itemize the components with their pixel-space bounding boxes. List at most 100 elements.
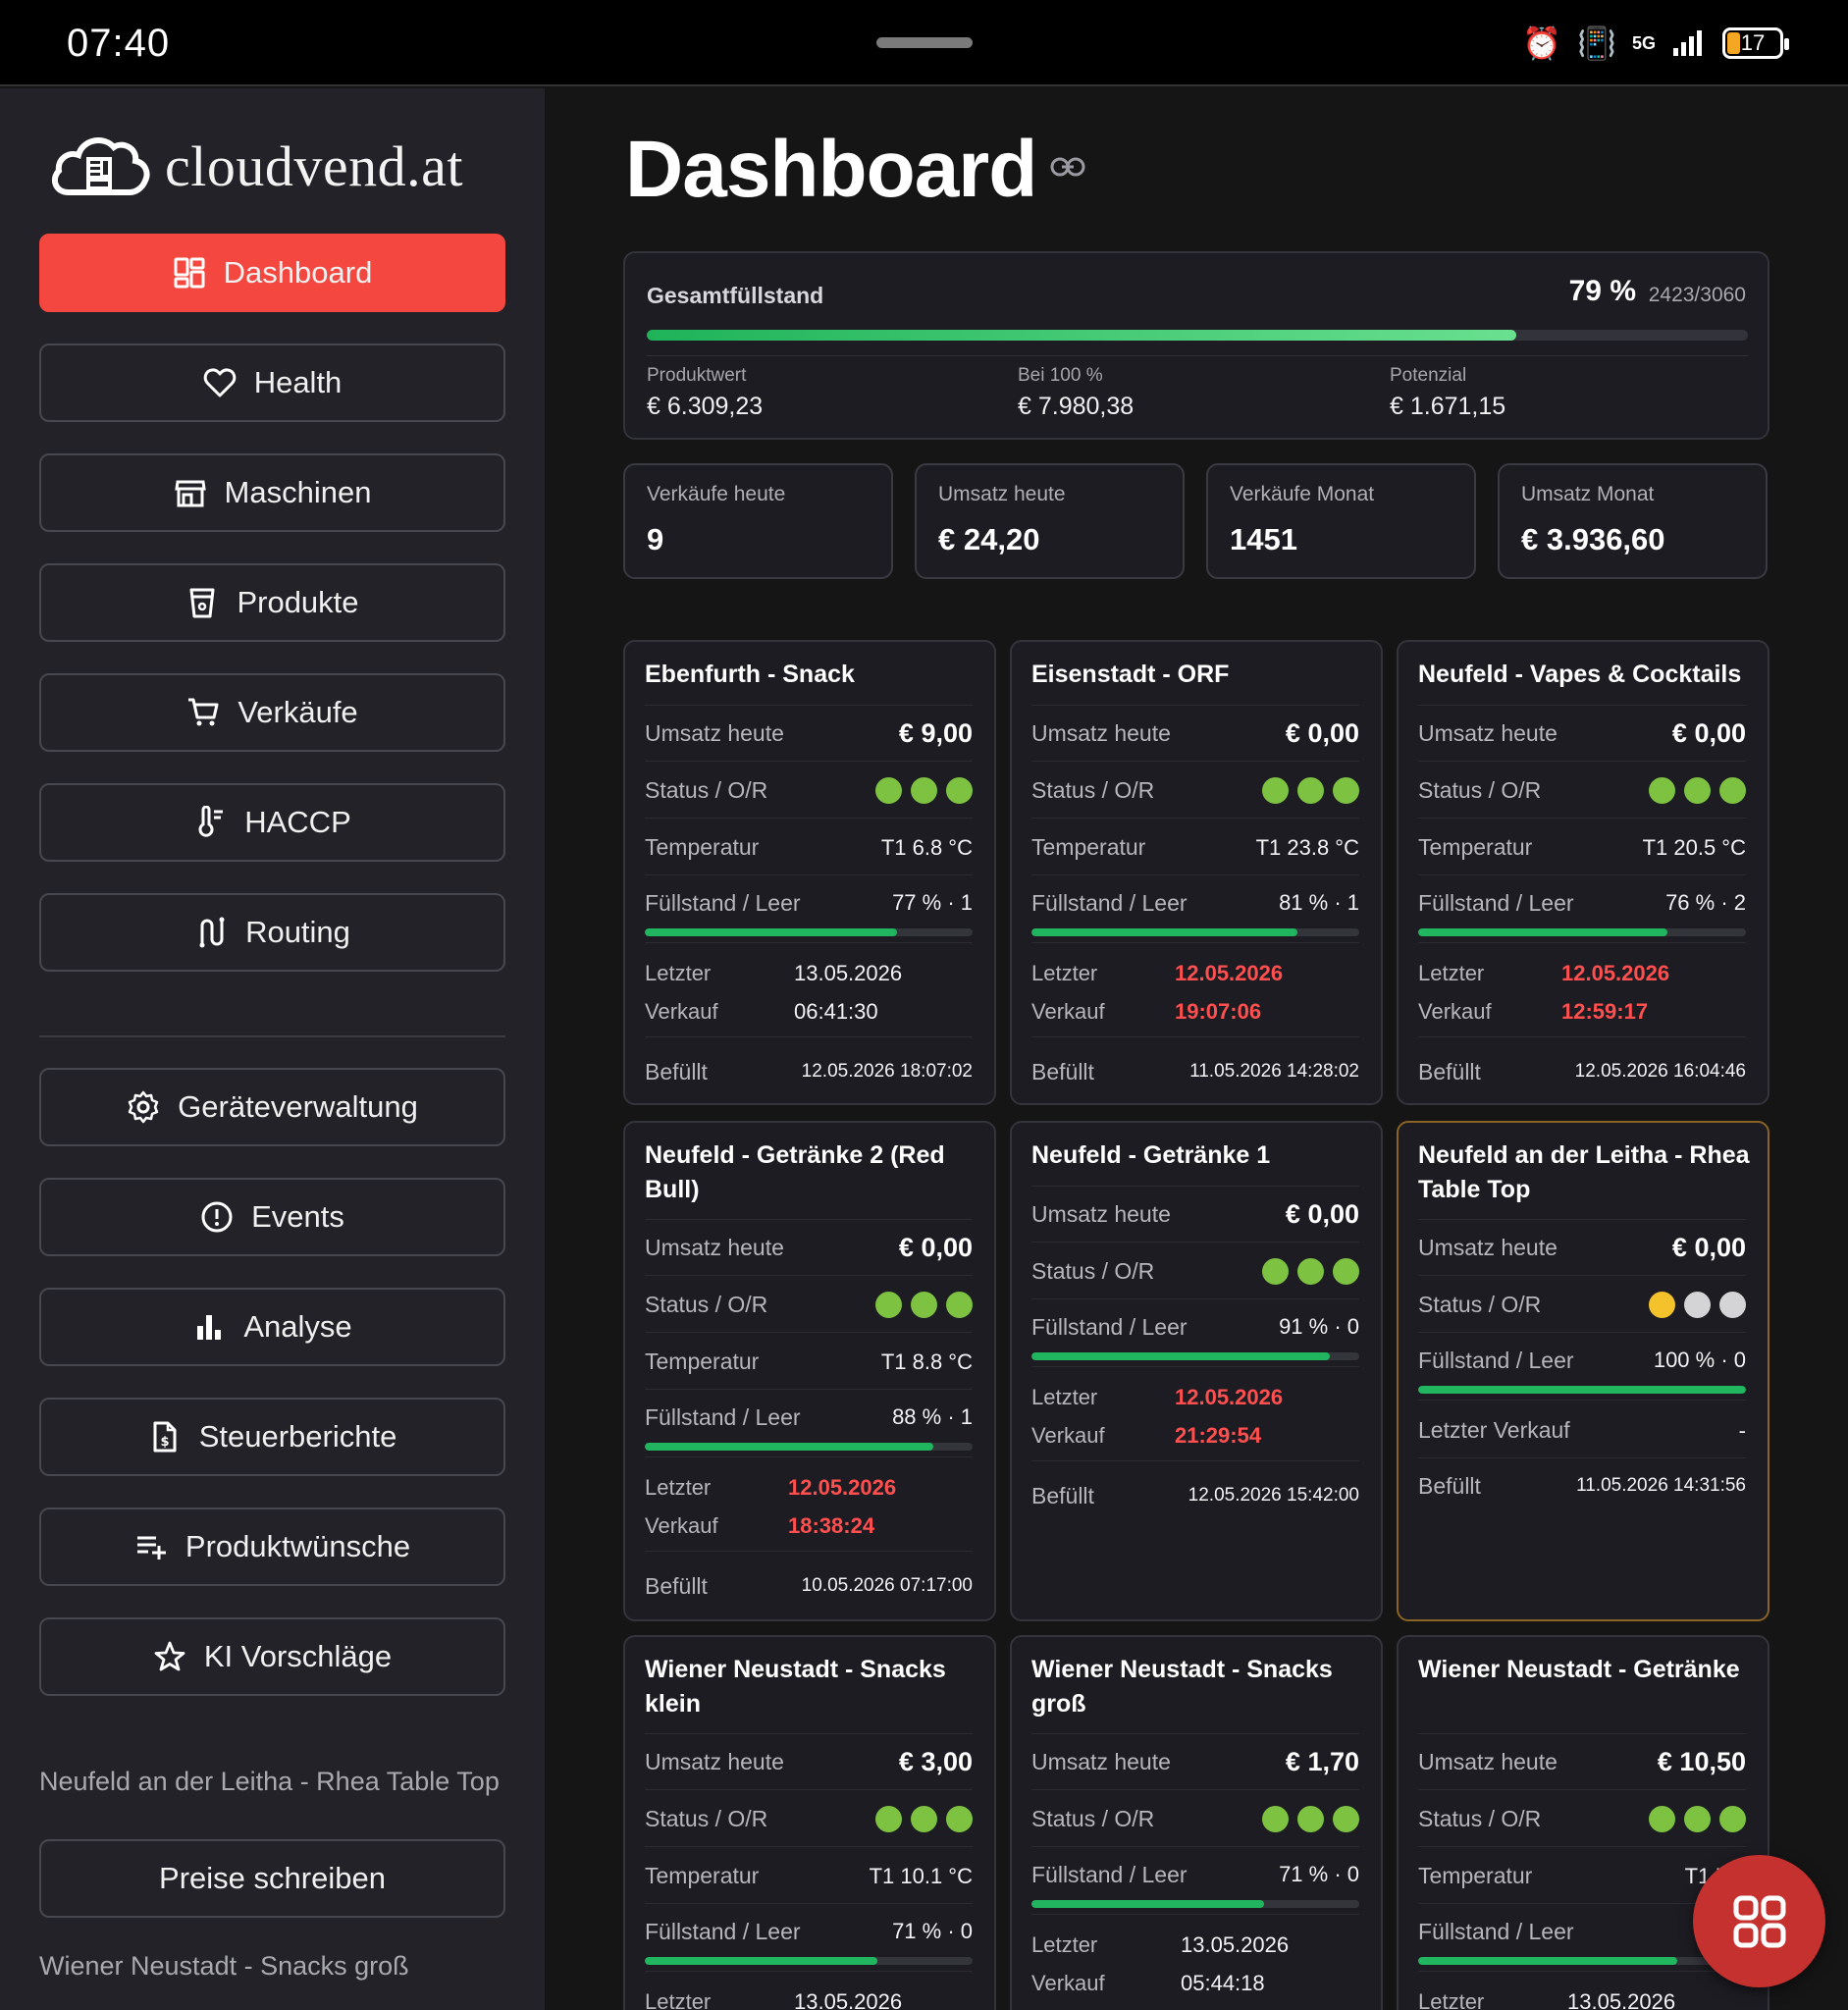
revenue-value: € 0,00 — [898, 1233, 973, 1262]
nav-label: Steuerberichte — [198, 1419, 397, 1454]
row-label: Füllstand / Leer — [1418, 1347, 1574, 1373]
gear-icon — [128, 1090, 159, 1124]
last-sale-time: 19:07:06 — [1175, 999, 1262, 1024]
nav-label: Events — [251, 1199, 344, 1234]
nav-label: Analyse — [243, 1309, 352, 1344]
fill-progress — [1418, 1386, 1746, 1394]
temperature-value: T1 10.1 °C — [869, 1863, 973, 1888]
revenue-row: Umsatz heute € 3,00 — [645, 1735, 973, 1790]
machine-card[interactable]: Neufeld - Getränke 2 (Red Bull) Umsatz h… — [623, 1121, 996, 1621]
drag-handle[interactable] — [876, 37, 973, 48]
temperature-value: T1 23.8 °C — [1255, 834, 1359, 860]
nav-maschinen[interactable]: Maschinen — [39, 453, 505, 532]
status-dot-green — [911, 777, 937, 804]
status-dot-green — [946, 777, 973, 804]
row-label: Temperatur — [645, 834, 760, 860]
nav-label: Health — [253, 365, 343, 399]
machine-card[interactable]: Ebenfurth - Snack Umsatz heute € 9,00 Sta… — [623, 640, 996, 1105]
fill-progress — [1418, 1957, 1746, 1965]
fill-progress — [645, 1443, 973, 1451]
machine-card[interactable]: Wiener Neustadt - Snacks groß Umsatz heu… — [1010, 1635, 1383, 2010]
nav-events[interactable]: Events — [39, 1178, 505, 1256]
machine-card[interactable]: Eisenstadt - ORF Umsatz heute € 0,00 Stat… — [1010, 640, 1383, 1105]
last-sale-value: - — [1738, 1417, 1746, 1443]
star-icon — [154, 1641, 185, 1671]
machine-name: Neufeld an der Leitha - Rhea Table Top — [1418, 1141, 1750, 1203]
machine-card[interactable]: Neufeld - Vapes & Cocktails Umsatz heute… — [1397, 640, 1769, 1105]
row-label: Füllstand / Leer — [1418, 889, 1574, 916]
route-icon — [199, 917, 225, 948]
stat-label: Produktwert — [647, 365, 747, 386]
row-label: Temperatur — [1031, 834, 1146, 860]
cloud-vending-icon — [51, 137, 150, 195]
row-label: Status / O/R — [645, 777, 768, 803]
fill-progress-bar — [645, 1443, 933, 1451]
nav-label: Produktwünsche — [185, 1529, 411, 1563]
row-label: Füllstand / Leer — [1031, 1861, 1188, 1887]
status-row: Status / O/R — [645, 1278, 973, 1333]
revenue-row: Umsatz heute € 0,00 — [1418, 707, 1746, 762]
last-sale-date: 13.05.2026 — [794, 961, 903, 985]
nav-steuerberichte[interactable]: $ Steuerberichte — [39, 1398, 505, 1476]
total-fill-count: 2423/3060 — [1648, 284, 1746, 306]
nav-label: Dashboard — [223, 255, 373, 290]
fill-progress — [1031, 928, 1359, 936]
status-dots — [1649, 1806, 1746, 1832]
nav-haccp[interactable]: HACCP — [39, 783, 505, 862]
last-label: Letzter — [645, 1475, 712, 1500]
machine-name: Wiener Neustadt - Snacks groß — [1031, 1656, 1333, 1718]
status-dot-green — [1719, 777, 1746, 804]
fill-value: 100 % · 0 — [1653, 1348, 1746, 1372]
row-label: Befüllt — [1031, 1482, 1094, 1508]
nav-produktwuensche[interactable]: Produktwünsche — [39, 1508, 505, 1586]
last-label-2: Verkauf — [645, 1513, 718, 1538]
status-dot-green — [1333, 1258, 1359, 1285]
row-label: Umsatz heute — [1031, 1201, 1171, 1227]
nav-health[interactable]: Health — [39, 344, 505, 422]
stat-value: € 1.671,15 — [1390, 393, 1506, 420]
row-label: Status / O/R — [1031, 1258, 1155, 1284]
nav-geraeteverwaltung[interactable]: Geräteverwaltung — [39, 1068, 505, 1146]
write-prices-button[interactable]: Preise schreiben — [39, 1839, 505, 1918]
link-icon[interactable] — [1050, 155, 1085, 179]
selected-machine-note-2: Wiener Neustadt - Snacks groß — [39, 1951, 409, 1981]
status-dots — [1649, 1292, 1746, 1318]
status-dots — [875, 1806, 973, 1832]
machine-card[interactable]: Neufeld - Getränke 1 Umsatz heute € 0,00 … — [1010, 1121, 1383, 1621]
status-dot-white — [1719, 1292, 1746, 1318]
status-dot-green — [875, 1292, 902, 1318]
brand-logo[interactable]: cloudvend.at — [47, 130, 463, 202]
filled-row: Befüllt 12.05.2026 18:07:02 — [645, 1044, 973, 1099]
nav-verkaeufe[interactable]: Verkäufe — [39, 673, 505, 752]
nav-dashboard[interactable]: Dashboard — [39, 234, 505, 312]
status-dot-green — [1297, 1258, 1324, 1285]
machine-name: Wiener Neustadt - Snacks klein — [645, 1656, 946, 1718]
machine-card[interactable]: Wiener Neustadt - Snacks klein Umsatz he… — [623, 1635, 996, 2010]
apps-fab-button[interactable] — [1693, 1855, 1825, 1987]
nav-routing[interactable]: Routing — [39, 893, 505, 972]
nav-analyse[interactable]: Analyse — [39, 1288, 505, 1366]
playlist-add-icon — [136, 1536, 166, 1560]
last-sale-date: 12.05.2026 — [1561, 961, 1670, 985]
fill-row: Füllstand / Leer 91 % · 0 — [1031, 1299, 1359, 1354]
machine-card[interactable]: Neufeld an der Leitha - Rhea Table Top U… — [1397, 1121, 1769, 1621]
nav-label: Verkäufe — [238, 695, 358, 729]
status-dot-green — [1333, 1806, 1359, 1832]
fill-progress — [1031, 1352, 1359, 1360]
machine-name: Ebenfurth - Snack — [645, 661, 855, 688]
fill-progress — [645, 1957, 973, 1965]
machine-name: Neufeld - Getränke 2 (Red Bull) — [645, 1141, 945, 1203]
stat-label: Bei 100 % — [1018, 365, 1103, 386]
row-label: Status / O/R — [645, 1292, 768, 1317]
kpi-verkaeufe-heute: Verkäufe heute 9 — [623, 463, 893, 579]
row-label: Umsatz heute — [645, 720, 784, 746]
nav-ki-vorschlaege[interactable]: KI Vorschläge — [39, 1617, 505, 1696]
fill-progress-bar — [1031, 928, 1297, 936]
fill-value: 71 % · 0 — [892, 1919, 973, 1943]
storefront-icon — [174, 480, 206, 507]
last-label: Letzter — [1418, 1989, 1485, 2010]
nav-produkte[interactable]: Produkte — [39, 563, 505, 642]
status-dot-green — [1262, 777, 1289, 804]
row-label: Befüllt — [645, 1058, 708, 1084]
apps-grid-icon — [1733, 1895, 1785, 1947]
